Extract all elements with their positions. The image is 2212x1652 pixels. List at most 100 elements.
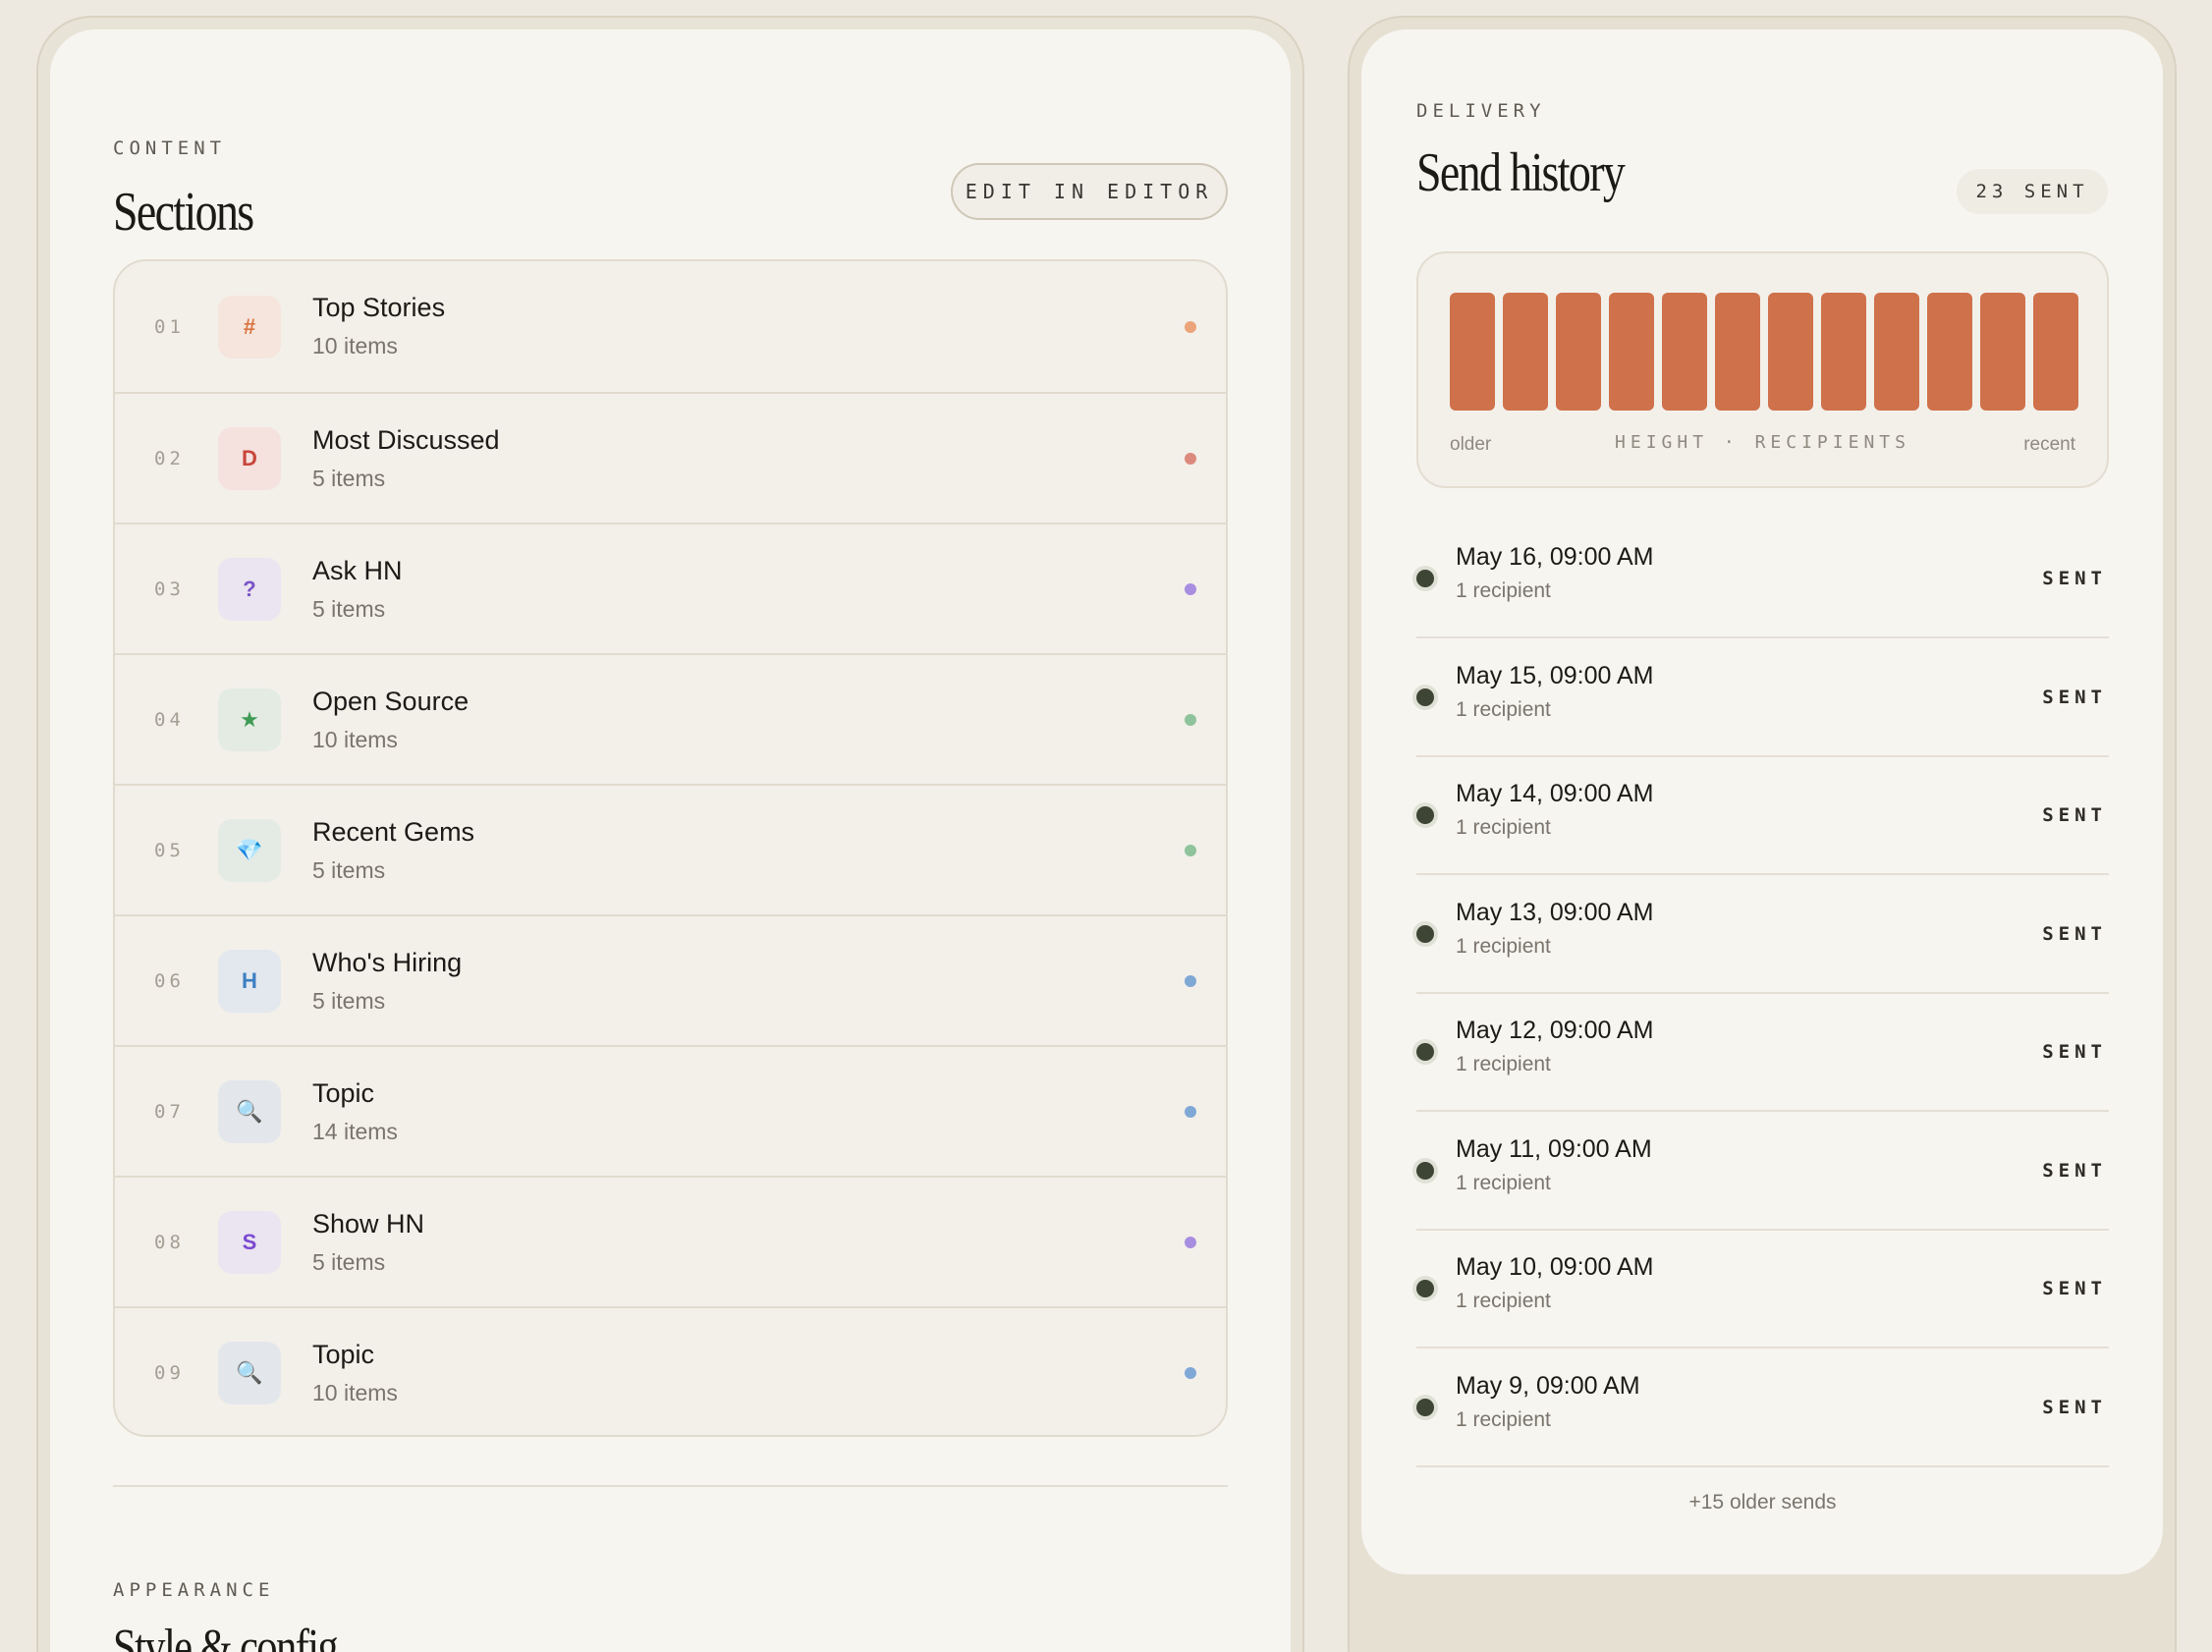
- sections-list: 01 # Top Stories 10 items 02 D Most Discussed 5…: [113, 259, 1228, 1437]
- send-row[interactable]: May 13, 09:00 AM 1 recipient SENT: [1416, 876, 2109, 994]
- send-row[interactable]: May 12, 09:00 AM 1 recipient SENT: [1416, 994, 2109, 1112]
- send-row[interactable]: May 10, 09:00 AM 1 recipient SENT: [1416, 1231, 2109, 1349]
- hash-icon: #: [218, 295, 281, 358]
- section-row[interactable]: 08 S Show HN 5 items: [115, 1176, 1226, 1306]
- chart-bar: [1874, 293, 1919, 411]
- section-title: Who's Hiring: [312, 948, 463, 977]
- send-date: May 16, 09:00 AM: [1456, 543, 1654, 571]
- section-row[interactable]: 09 🔍 Topic 10 items: [115, 1306, 1226, 1435]
- chart-bar: [1556, 293, 1601, 411]
- chart-bar: [1609, 293, 1654, 411]
- section-row[interactable]: 01 # Top Stories 10 items: [115, 261, 1226, 392]
- chart-bar: [2033, 293, 2078, 411]
- section-title: Top Stories: [312, 293, 446, 322]
- send-status: SENT: [2042, 1396, 2107, 1418]
- status-dot-icon: [1416, 1043, 1434, 1061]
- section-row[interactable]: 03? Ask HN 5 items: [115, 523, 1226, 653]
- section-item-count: 5 items: [312, 466, 386, 491]
- chart-bar: [1503, 293, 1548, 411]
- section-title: Topic: [312, 1340, 375, 1369]
- send-recipients: 1 recipient: [1456, 697, 1551, 721]
- section-title: Most Discussed: [312, 425, 500, 455]
- status-dot-icon: [1416, 1398, 1434, 1416]
- section-color-dot: [1185, 582, 1196, 595]
- send-status: SENT: [2042, 1041, 2107, 1063]
- send-date: May 15, 09:00 AM: [1456, 661, 1654, 689]
- star-icon: ★: [218, 688, 281, 751]
- chart-bar: [1821, 293, 1866, 411]
- send-recipients: 1 recipient: [1456, 1171, 1551, 1194]
- chart-bar: [1927, 293, 1972, 411]
- section-color-dot: [1185, 713, 1196, 726]
- send-row[interactable]: May 9, 09:00 AM 1 recipient SENT: [1416, 1349, 2109, 1467]
- question-icon: ?: [218, 557, 281, 621]
- content-eyebrow: CONTENT: [113, 138, 227, 159]
- section-item-count: 10 items: [312, 333, 398, 358]
- edit-in-editor-button[interactable]: EDIT IN EDITOR: [951, 163, 1228, 220]
- send-row[interactable]: May 14, 09:00 AM 1 recipient SENT: [1416, 757, 2109, 875]
- send-status: SENT: [2042, 568, 2107, 589]
- chart-label-recent: recent: [2023, 434, 2075, 455]
- send-recipients: 1 recipient: [1456, 934, 1551, 958]
- chart-label-axis: HEIGHT · RECIPIENTS: [1615, 432, 1910, 453]
- chart-bar: [1715, 293, 1760, 411]
- section-number: 06: [154, 969, 185, 992]
- appearance-eyebrow: APPEARANCE: [113, 1579, 275, 1601]
- status-dot-icon: [1416, 924, 1434, 943]
- section-number: 02: [154, 447, 185, 469]
- section-divider: [113, 1485, 1228, 1487]
- chart-bar: [1768, 293, 1813, 411]
- section-row[interactable]: 04 ★ Open Source 10 items: [115, 653, 1226, 784]
- chart-bars: [1450, 293, 2078, 411]
- section-row[interactable]: 07 🔍 Topic 14 items: [115, 1045, 1226, 1176]
- section-number: 03: [154, 578, 185, 600]
- section-item-count: 10 items: [312, 727, 398, 752]
- send-recipients: 1 recipient: [1456, 1407, 1551, 1431]
- section-number: 05: [154, 839, 185, 861]
- section-number: 01: [154, 315, 185, 338]
- gem-icon: 💎: [218, 818, 281, 882]
- section-number: 04: [154, 708, 185, 731]
- letter-h-icon: H: [218, 949, 281, 1013]
- content-panel: CONTENT Sections EDIT IN EDITOR 01 # Top S…: [50, 29, 1291, 1652]
- send-date: May 12, 09:00 AM: [1456, 1017, 1654, 1044]
- send-date: May 11, 09:00 AM: [1456, 1134, 1652, 1163]
- send-status: SENT: [2042, 804, 2107, 826]
- magnifier-icon: 🔍: [218, 1341, 281, 1404]
- section-title: Open Source: [312, 687, 470, 716]
- section-row[interactable]: 06 H Who's Hiring 5 items: [115, 914, 1226, 1045]
- send-date: May 10, 09:00 AM: [1456, 1253, 1654, 1281]
- status-dot-icon: [1416, 1280, 1434, 1297]
- section-title: Ask HN: [312, 556, 403, 585]
- section-color-dot: [1185, 844, 1196, 856]
- letter-s-icon: S: [218, 1210, 281, 1274]
- older-sends-link[interactable]: +15 older sends: [1416, 1491, 2109, 1514]
- section-row[interactable]: 02 D Most Discussed 5 items: [115, 392, 1226, 523]
- send-status: SENT: [2042, 1159, 2107, 1182]
- delivery-panel: DELIVERY Send history 23 SENT older HEIG…: [1361, 29, 2163, 1574]
- status-dot-icon: [1416, 1161, 1434, 1180]
- status-dot-icon: [1416, 806, 1434, 824]
- send-row[interactable]: May 15, 09:00 AM 1 recipient SENT: [1416, 639, 2109, 757]
- send-recipients: 1 recipient: [1456, 1053, 1551, 1075]
- status-dot-icon: [1416, 688, 1434, 706]
- recipients-chart: older HEIGHT · RECIPIENTS recent: [1416, 251, 2109, 488]
- section-item-count: 10 items: [312, 1380, 398, 1405]
- send-recipients: 1 recipient: [1456, 579, 1551, 602]
- section-item-count: 5 items: [312, 988, 386, 1014]
- section-item-count: 5 items: [312, 857, 386, 883]
- send-recipients: 1 recipient: [1456, 816, 1551, 839]
- section-color-dot: [1185, 1366, 1196, 1379]
- section-color-dot: [1185, 320, 1196, 333]
- section-number: 07: [154, 1100, 185, 1123]
- chart-bar: [1450, 293, 1495, 411]
- section-number: 08: [154, 1231, 185, 1253]
- send-row[interactable]: May 11, 09:00 AM 1 recipient SENT: [1416, 1113, 2109, 1231]
- send-row[interactable]: May 16, 09:00 AM 1 recipient SENT: [1416, 521, 2109, 638]
- chart-bar: [1980, 293, 2025, 411]
- section-row[interactable]: 05 💎 Recent Gems 5 items: [115, 784, 1226, 914]
- chart-bar: [1662, 293, 1707, 411]
- status-dot-icon: [1416, 570, 1434, 587]
- section-number: 09: [154, 1361, 185, 1384]
- delivery-eyebrow: DELIVERY: [1416, 100, 1546, 122]
